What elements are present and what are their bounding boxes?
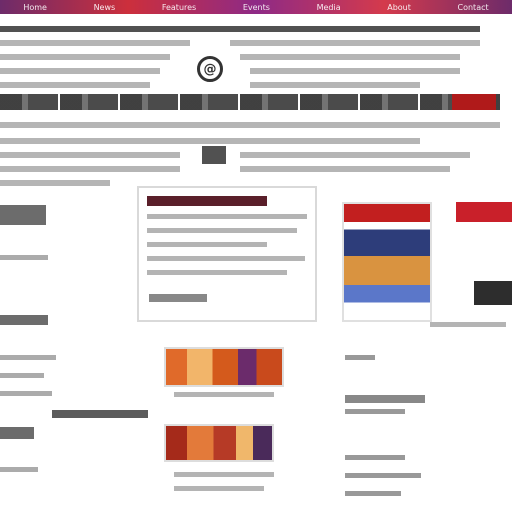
right-text: [345, 455, 405, 460]
right-text: [345, 409, 405, 414]
intro-line: [0, 180, 110, 186]
intro-line: [0, 122, 500, 128]
sidebar-block: [0, 427, 34, 439]
red-tag: [456, 202, 512, 222]
card-line: [147, 256, 305, 261]
intro-line: [250, 82, 420, 88]
nav-item-news[interactable]: News: [94, 3, 116, 12]
sidebar-text: [0, 373, 44, 378]
right-column: [345, 355, 475, 505]
sidebar-block: [0, 205, 46, 225]
nav-item-features[interactable]: Features: [162, 3, 196, 12]
card-line: [147, 228, 297, 233]
sidebar-text: [0, 355, 56, 360]
card-line: [147, 270, 287, 275]
intro-line: [240, 54, 460, 60]
intro-line: [240, 152, 470, 158]
card-line: [147, 242, 267, 247]
logo-icon: @: [197, 56, 223, 82]
nav-item-events[interactable]: Events: [243, 3, 270, 12]
intro-line: [230, 40, 480, 46]
left-sidebar: [0, 205, 60, 505]
intro-line: [0, 68, 160, 74]
dark-tag: [474, 281, 512, 305]
card-line: [147, 214, 307, 219]
intro-line: [0, 26, 480, 32]
feature-image-card[interactable]: [342, 202, 432, 322]
right-text: [345, 355, 375, 360]
sidebar-text: [0, 467, 38, 472]
intro-line: [240, 166, 450, 172]
top-nav: Home News Features Events Media About Co…: [0, 0, 512, 14]
nav-item-about[interactable]: About: [387, 3, 411, 12]
headline-bar: [0, 94, 500, 110]
thumb-caption: [174, 486, 264, 491]
thumb-caption: [52, 410, 148, 418]
small-text: [430, 322, 506, 327]
intro-line: [250, 68, 460, 74]
nav-item-contact[interactable]: Contact: [458, 3, 489, 12]
read-more-button[interactable]: [149, 294, 207, 302]
sidebar-text: [0, 255, 48, 260]
thumbnail-image[interactable]: [164, 424, 274, 462]
intro-line: [0, 54, 170, 60]
intro-line: [0, 152, 180, 158]
right-text: [345, 395, 425, 403]
sidebar-text: [0, 391, 52, 396]
thumbnail-image[interactable]: [164, 347, 284, 387]
top-navigation-bar: Home News Features Events Media About Co…: [0, 0, 512, 14]
nav-item-home[interactable]: Home: [23, 3, 47, 12]
right-text: [345, 473, 421, 478]
logo-mark-icon: [202, 146, 226, 164]
intro-line: [0, 40, 190, 46]
right-text: [345, 491, 401, 496]
intro-line: [0, 166, 180, 172]
featured-article-card[interactable]: [137, 186, 317, 322]
nav-item-media[interactable]: Media: [317, 3, 341, 12]
sidebar-block: [0, 315, 48, 325]
thumb-caption: [174, 392, 274, 397]
feature-image-caption: [344, 204, 430, 222]
intro-line: [0, 138, 420, 144]
card-title: [147, 196, 267, 206]
headline-accent: [452, 94, 496, 110]
intro-line: [0, 82, 150, 88]
thumb-caption: [174, 472, 274, 477]
